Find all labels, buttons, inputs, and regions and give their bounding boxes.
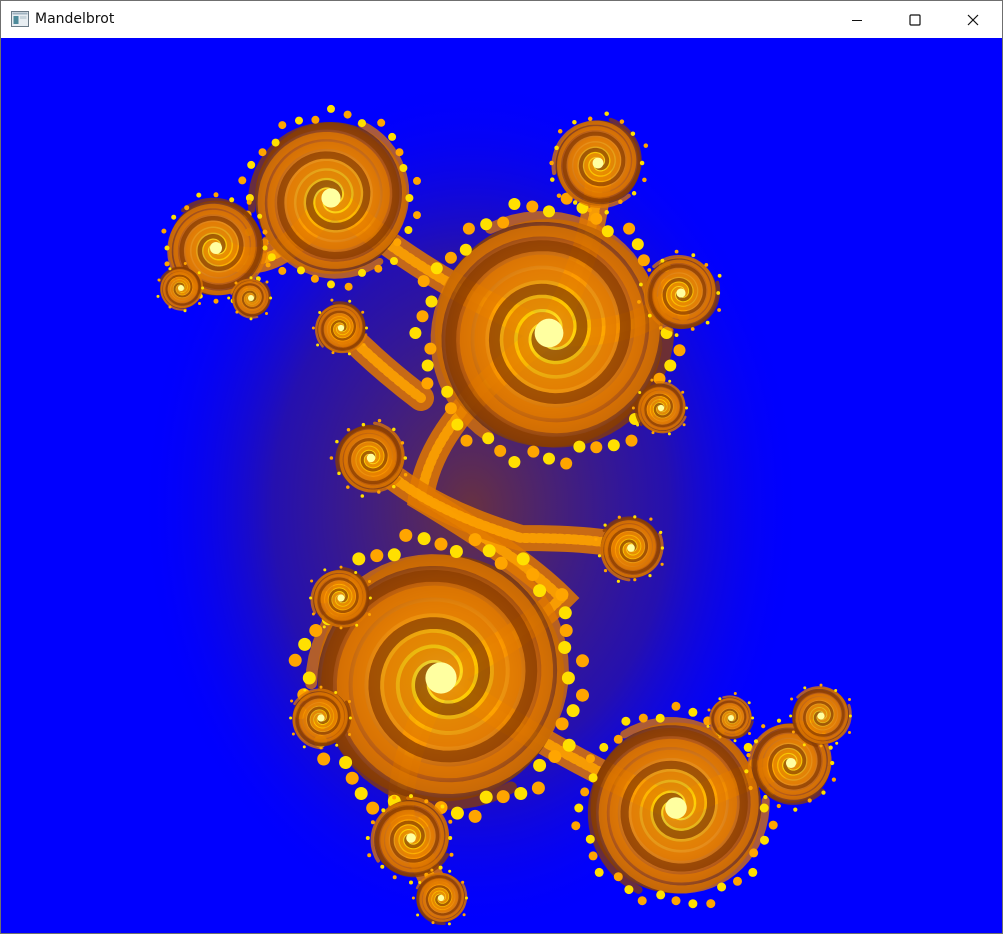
window-title: Mandelbrot <box>35 11 115 27</box>
minimize-button[interactable] <box>828 1 886 38</box>
minimize-icon <box>851 14 863 26</box>
fractal-canvas[interactable] <box>1 38 1002 933</box>
app-window-icon <box>11 11 29 27</box>
julia-set-fractal <box>141 78 852 933</box>
close-button[interactable] <box>944 1 1002 38</box>
app-window: Mandelbrot <box>0 0 1003 934</box>
title-bar[interactable]: Mandelbrot <box>1 1 1002 38</box>
close-icon <box>967 14 979 26</box>
maximize-button[interactable] <box>886 1 944 38</box>
maximize-icon <box>909 13 921 26</box>
